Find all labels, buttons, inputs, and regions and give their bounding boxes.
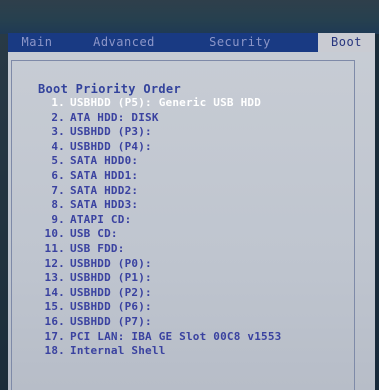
boot-item-number: 11.	[44, 241, 65, 255]
boot-item-2[interactable]: 2. ATA HDD: DISK	[30, 111, 282, 126]
boot-item-label: ATAPI CD:	[70, 212, 132, 226]
boot-item-number: 2.	[51, 110, 65, 124]
boot-item-7[interactable]: 7. SATA HDD2:	[30, 184, 282, 199]
tab-main[interactable]: Main	[8, 33, 66, 52]
boot-item-label: USBHDD (P3):	[70, 125, 152, 139]
tab-security[interactable]: Security	[182, 33, 298, 52]
tab-advanced[interactable]: Advanced	[66, 33, 182, 52]
boot-item-label: USB CD:	[70, 227, 118, 241]
boot-item-11[interactable]: 11. USB FDD:	[30, 242, 282, 257]
boot-item-label: PCI LAN: IBA GE Slot 00C8 v1553	[70, 329, 282, 343]
boot-item-12[interactable]: 12. USBHDD (P0):	[30, 257, 282, 272]
boot-item-label: SATA HDD3:	[70, 198, 139, 212]
tab-boot[interactable]: Boot	[318, 33, 375, 52]
boot-item-3[interactable]: 3. USBHDD (P3):	[30, 125, 282, 140]
boot-item-label: SATA HDD0:	[70, 154, 139, 168]
boot-item-4[interactable]: 4. USBHDD (P4):	[30, 140, 282, 155]
boot-item-15[interactable]: 15. USBHDD (P6):	[30, 300, 282, 315]
boot-item-10[interactable]: 10. USB CD:	[30, 227, 282, 242]
boot-item-number: 7.	[51, 183, 65, 197]
boot-item-18[interactable]: 18. Internal Shell	[30, 344, 282, 359]
boot-item-label: SATA HDD1:	[70, 168, 139, 182]
boot-item-number: 9.	[51, 212, 65, 226]
boot-item-label: USBHDD (P5): Generic USB HDD	[70, 96, 262, 109]
boot-item-9[interactable]: 9. ATAPI CD:	[30, 213, 282, 228]
boot-item-label: USBHDD (P2):	[70, 285, 152, 299]
boot-item-14[interactable]: 14. USBHDD (P2):	[30, 286, 282, 301]
boot-item-number: 14.	[44, 285, 65, 299]
boot-item-label: USBHDD (P7):	[70, 314, 152, 328]
boot-item-13[interactable]: 13. USBHDD (P1):	[30, 271, 282, 286]
boot-item-8[interactable]: 8. SATA HDD3:	[30, 198, 282, 213]
boot-item-number: 13.	[44, 271, 65, 285]
boot-item-number: 5.	[51, 154, 65, 168]
boot-item-17[interactable]: 17. PCI LAN: IBA GE Slot 00C8 v1553	[30, 330, 282, 345]
boot-item-label: USBHDD (P6):	[70, 300, 152, 314]
boot-item-label: USB FDD:	[70, 241, 125, 255]
tab-bar: Main Advanced Security Boot	[8, 33, 375, 52]
boot-item-label: ATA HDD: DISK	[70, 110, 159, 124]
boot-item-label: SATA HDD2:	[70, 183, 139, 197]
boot-item-number: 12.	[44, 256, 65, 270]
bios-screen: Main Advanced Security Boot Boot Priorit…	[0, 0, 379, 390]
boot-item-number: 16.	[44, 314, 65, 328]
boot-item-5[interactable]: 5. SATA HDD0:	[30, 154, 282, 169]
boot-item-number: 15.	[44, 300, 65, 314]
boot-item-number: 4.	[51, 139, 65, 153]
boot-item-number: 10.	[44, 227, 65, 241]
boot-item-label: USBHDD (P4):	[70, 139, 152, 153]
boot-item-label: USBHDD (P0):	[70, 256, 152, 270]
boot-item-number: 3.	[51, 125, 65, 139]
boot-item-6[interactable]: 6. SATA HDD1:	[30, 169, 282, 184]
boot-item-number: 18.	[44, 344, 65, 358]
boot-item-16[interactable]: 16. USBHDD (P7):	[30, 315, 282, 330]
boot-item-number: 8.	[51, 198, 65, 212]
boot-item-number: 6.	[51, 168, 65, 182]
boot-item-1[interactable]: 1. USBHDD (P5): Generic USB HDD	[30, 96, 282, 111]
boot-priority-list: 1. USBHDD (P5): Generic USB HDD 2. ATA HDD…	[30, 96, 282, 359]
monitor-bezel	[0, 0, 379, 34]
boot-item-number: 17.	[44, 329, 65, 343]
section-title: Boot Priority Order	[38, 82, 181, 96]
boot-item-number: 1.	[51, 96, 65, 109]
boot-panel: Boot Priority Order 1. USBHDD (P5): Gener…	[8, 52, 375, 390]
boot-item-label: USBHDD (P1):	[70, 271, 152, 285]
boot-item-label: Internal Shell	[70, 344, 166, 358]
